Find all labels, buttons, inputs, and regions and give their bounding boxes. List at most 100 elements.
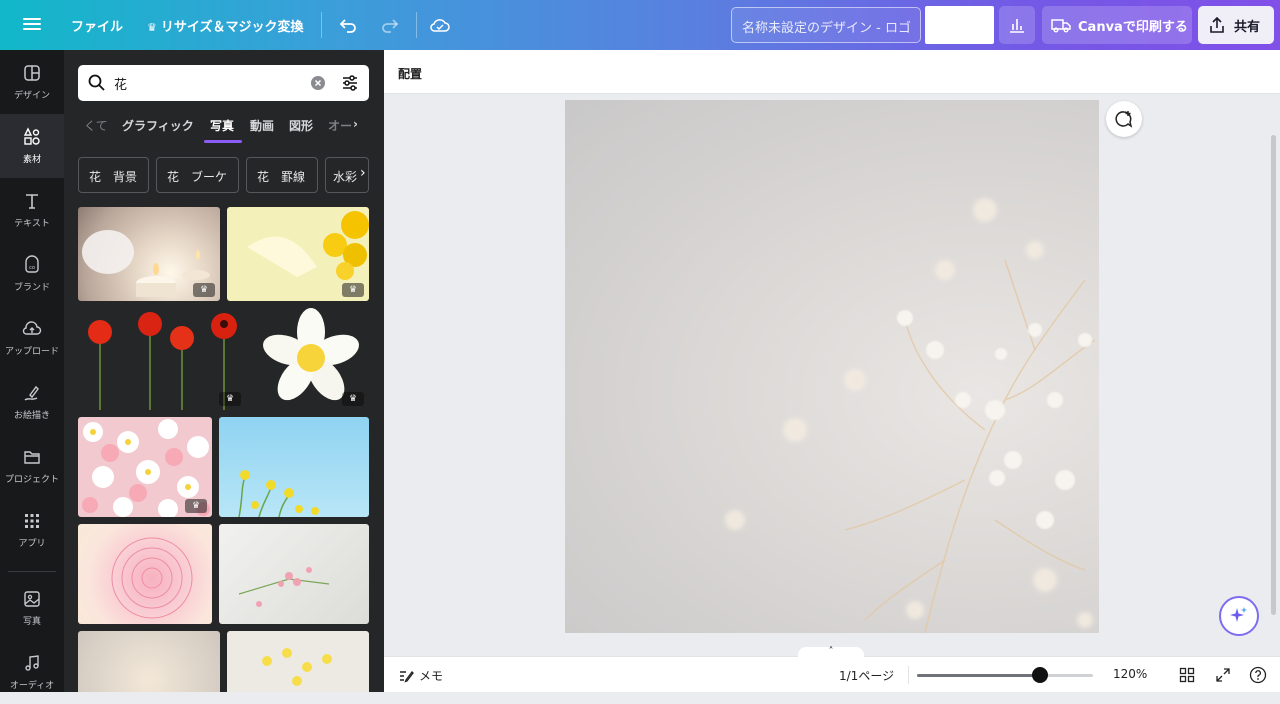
position-button[interactable]: 配置 xyxy=(398,65,422,82)
suggestion-chip[interactable]: 花 背景 xyxy=(78,157,149,193)
file-menu-button[interactable]: ファイル xyxy=(71,16,123,35)
draw-icon xyxy=(24,385,39,401)
rail-item-apps[interactable]: アプリ xyxy=(0,498,64,562)
photo-thumbnail[interactable]: ♛ xyxy=(227,207,369,301)
photo-thumbnail[interactable] xyxy=(78,631,220,692)
undo-icon[interactable] xyxy=(336,13,360,37)
vertical-scrollbar[interactable] xyxy=(1271,135,1276,615)
zoom-divider xyxy=(908,666,909,684)
zoom-fill xyxy=(917,674,1041,677)
filter-icon[interactable] xyxy=(340,73,360,93)
rail-item-brand[interactable]: co ブランド xyxy=(0,242,64,306)
cloud-save-icon[interactable] xyxy=(428,13,452,37)
photo-thumbnail[interactable] xyxy=(219,524,369,624)
photo-thumbnail[interactable]: ♛ xyxy=(253,308,369,410)
page-indicator[interactable]: 1/1ページ xyxy=(839,667,894,684)
rail-label: 写真 xyxy=(22,617,41,627)
insights-button[interactable] xyxy=(999,6,1035,44)
context-toolbar: 配置 xyxy=(384,50,1280,94)
rail-item-photos[interactable]: 写真 xyxy=(0,576,64,640)
resize-label: リサイズ＆マジック変換 xyxy=(160,20,304,35)
clear-icon[interactable] xyxy=(310,75,326,91)
side-rail: デザイン 素材 テキスト co ブランド アップロード お絵描き プロジェクト … xyxy=(0,50,64,692)
add-comment-button[interactable] xyxy=(1106,101,1142,137)
rail-item-audio[interactable]: オーディオ xyxy=(0,640,64,704)
crown-icon: ♛ xyxy=(147,21,157,34)
layout-icon xyxy=(24,65,40,81)
tab-videos[interactable]: 動画 xyxy=(250,117,274,134)
rail-item-elements[interactable]: 素材 xyxy=(0,114,64,178)
share-button[interactable]: 共有 xyxy=(1198,6,1274,44)
premium-badge: ♛ xyxy=(193,283,215,297)
chevron-right-icon[interactable]: › xyxy=(360,165,366,181)
rail-label: テキスト xyxy=(14,219,50,229)
photo-thumbnail[interactable]: ♛ xyxy=(78,308,246,410)
design-title-input[interactable]: 名称未設定のデザイン - ロゴ xyxy=(731,7,921,43)
rail-divider xyxy=(8,571,56,572)
resize-button[interactable]: ♛ リサイズ＆マジック変換 xyxy=(147,16,304,35)
rail-item-projects[interactable]: プロジェクト xyxy=(0,434,64,498)
menu-icon[interactable] xyxy=(22,15,42,35)
rail-label: 素材 xyxy=(22,155,41,165)
tab-scroll-left[interactable]: くて xyxy=(84,117,108,134)
folder-icon xyxy=(24,451,40,464)
notes-button[interactable]: メモ xyxy=(419,667,443,684)
rail-item-text[interactable]: テキスト xyxy=(0,178,64,242)
rail-label: オーディオ xyxy=(9,681,55,691)
tab-shapes[interactable]: 図形 xyxy=(289,117,313,134)
tab-audio[interactable]: オー xyxy=(328,117,352,134)
chevron-up-icon: ˄ xyxy=(828,646,834,657)
crown-icon: ♛ xyxy=(199,285,209,295)
help-icon[interactable] xyxy=(1249,666,1267,684)
rail-label: ブランド xyxy=(13,283,50,293)
design-page[interactable] xyxy=(565,100,1099,633)
print-label: Canvaで印刷する xyxy=(1078,19,1188,35)
blank-box xyxy=(925,6,994,44)
rail-label: アップロード xyxy=(4,347,59,357)
redo-icon[interactable] xyxy=(378,13,402,37)
canvas-area: 配置 xyxy=(384,50,1280,692)
crown-icon: ♛ xyxy=(348,394,358,404)
chevron-right-icon[interactable]: › xyxy=(353,117,358,131)
upload-icon xyxy=(22,321,42,335)
truck-icon xyxy=(1051,19,1071,33)
search-input[interactable]: 花 xyxy=(114,74,127,93)
text-icon xyxy=(26,194,38,209)
photo-thumbnail[interactable] xyxy=(227,631,369,692)
photo-thumbnail[interactable]: ♛ xyxy=(78,207,220,301)
notes-icon[interactable] xyxy=(398,667,414,683)
bottom-bar: ˄ メモ 1/1ページ 120% xyxy=(384,647,1280,692)
magic-assistant-button[interactable] xyxy=(1219,596,1259,636)
photo-icon xyxy=(24,591,40,607)
suggestion-chip[interactable]: 花 罫線 xyxy=(246,157,318,193)
zoom-slider-handle[interactable] xyxy=(1032,667,1049,683)
svg-text:co: co xyxy=(29,265,35,271)
photo-thumbnail[interactable]: ♛ xyxy=(78,417,212,517)
print-button[interactable]: Canvaで印刷する xyxy=(1042,6,1192,44)
rail-label: プロジェクト xyxy=(4,475,59,485)
elements-icon xyxy=(23,127,40,145)
premium-badge: ♛ xyxy=(342,283,364,297)
comment-plus-icon xyxy=(1115,111,1133,128)
rail-item-design[interactable]: デザイン xyxy=(0,50,64,114)
elements-panel: 花 くて グラフィック 写真 動画 図形 オー › 花 背景 花 ブーケ 花 罫… xyxy=(64,50,384,692)
top-bar: ファイル ♛ リサイズ＆マジック変換 名称未設定のデザイン - ロゴ Canvaで… xyxy=(0,0,1280,50)
fullscreen-icon[interactable] xyxy=(1214,666,1232,684)
pages-toggle[interactable]: ˄ xyxy=(798,647,864,659)
search-box[interactable]: 花 xyxy=(78,65,369,101)
tab-photos[interactable]: 写真 xyxy=(210,117,234,134)
photo-thumbnail[interactable] xyxy=(219,417,369,517)
suggestion-chip[interactable]: 花 ブーケ xyxy=(156,157,239,193)
zoom-level[interactable]: 120% xyxy=(1113,667,1147,681)
zoom-slider[interactable] xyxy=(917,674,1093,677)
rail-item-upload[interactable]: アップロード xyxy=(0,306,64,370)
photo-thumbnail[interactable] xyxy=(78,524,212,624)
divider xyxy=(321,12,322,38)
upload-share-icon xyxy=(1210,16,1224,33)
crown-icon: ♛ xyxy=(225,394,235,404)
grid-view-icon[interactable] xyxy=(1178,666,1196,684)
brand-icon: co xyxy=(25,255,39,273)
tab-graphics[interactable]: グラフィック xyxy=(122,117,194,134)
rail-item-draw[interactable]: お絵描き xyxy=(0,370,64,434)
crown-icon: ♛ xyxy=(348,285,358,295)
